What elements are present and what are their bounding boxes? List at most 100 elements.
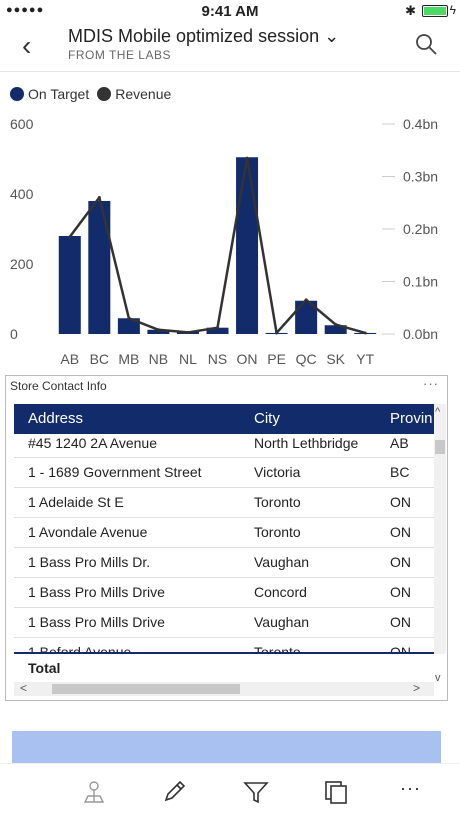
revenue-point-nb bbox=[156, 328, 160, 332]
cell-province: ON bbox=[390, 554, 411, 570]
pen-icon[interactable] bbox=[160, 778, 188, 806]
pin-icon[interactable] bbox=[80, 778, 108, 806]
cell-province: ON bbox=[390, 584, 411, 600]
bottom-toolbar: ··· bbox=[0, 763, 460, 817]
x-tick-label: BC bbox=[90, 351, 109, 367]
y-right-tick-label: 0.0bn bbox=[403, 326, 438, 342]
column-header-province[interactable]: Provin bbox=[390, 410, 433, 427]
table-row[interactable]: 1 Avondale Avenue Toronto ON bbox=[14, 518, 434, 548]
visual-more-button[interactable]: ··· bbox=[423, 376, 439, 391]
scroll-left-icon[interactable]: < bbox=[20, 681, 27, 695]
store-contact-visual[interactable]: Store Contact Info ··· Address City Prov… bbox=[5, 375, 448, 701]
x-tick-label: YT bbox=[356, 351, 374, 367]
table-row[interactable]: 1 - 1689 Government Street Victoria BC bbox=[14, 458, 434, 488]
table-row[interactable]: #45 1240 2A Avenue North Lethbridge AB bbox=[14, 434, 434, 458]
scroll-right-icon[interactable]: > bbox=[413, 681, 420, 695]
charging-icon: ϟ bbox=[449, 3, 456, 17]
x-tick-label: NS bbox=[208, 351, 227, 367]
table-row[interactable]: 1 Bass Pro Mills Drive Concord ON bbox=[14, 578, 434, 608]
table-header: Address City Provin bbox=[14, 404, 434, 434]
cell-city: Vaughan bbox=[254, 614, 310, 630]
column-header-address[interactable]: Address bbox=[28, 410, 83, 427]
bar-on bbox=[236, 157, 259, 334]
scroll-up-icon[interactable]: ^ bbox=[435, 406, 440, 418]
cell-address: 1 Adelaide St E bbox=[28, 494, 124, 510]
cell-address: 1 - 1689 Government Street bbox=[28, 464, 202, 480]
revenue-point-qc bbox=[304, 298, 308, 302]
filter-icon[interactable] bbox=[242, 778, 270, 806]
legend-dot-revenue bbox=[97, 87, 112, 101]
chart-legend: On Target Revenue bbox=[10, 86, 171, 102]
back-button[interactable]: ‹ bbox=[22, 30, 31, 62]
search-icon[interactable] bbox=[414, 32, 438, 56]
revenue-point-ns bbox=[216, 326, 219, 330]
combo-chart[interactable]: 0 200 400 600 0.0bn 0.1bn 0.2bn 0.3bn 0.4bn AB BC M… bbox=[0, 110, 460, 375]
cell-province: ON bbox=[390, 494, 411, 510]
cell-city: Toronto bbox=[254, 524, 301, 540]
table-row[interactable]: 1 Adelaide St E Toronto ON bbox=[14, 488, 434, 518]
vertical-scroll-thumb[interactable] bbox=[435, 440, 445, 454]
scroll-down-icon[interactable]: v bbox=[435, 672, 441, 684]
table-row[interactable]: 1 Bass Pro Mills Drive Vaughan ON bbox=[14, 608, 434, 638]
legend-item-on-target[interactable]: On Target bbox=[10, 86, 89, 102]
report-title[interactable]: MDIS Mobile optimized session ⌄ bbox=[68, 26, 339, 47]
cell-province: ON bbox=[390, 644, 411, 654]
legend-dot-on-target bbox=[10, 87, 24, 101]
x-tick-label: SK bbox=[326, 351, 345, 367]
report-subtitle: FROM THE LABS bbox=[68, 48, 171, 62]
cell-city: Victoria bbox=[254, 464, 301, 480]
y-left-tick-label: 0 bbox=[10, 326, 18, 342]
cell-province: ON bbox=[390, 614, 411, 630]
cell-address: #45 1240 2A Avenue bbox=[28, 435, 157, 451]
revenue-point-bc bbox=[97, 196, 101, 199]
cell-address: 1 Bass Pro Mills Drive bbox=[28, 614, 165, 630]
column-header-city[interactable]: City bbox=[254, 410, 280, 427]
x-tick-label: QC bbox=[296, 351, 317, 367]
battery-icon bbox=[422, 5, 448, 17]
table-row[interactable]: 1 Bass Pro Mills Dr. Vaughan ON bbox=[14, 548, 434, 578]
bar-ab bbox=[58, 236, 81, 334]
revenue-point-nl bbox=[186, 330, 190, 334]
blue-visual-block[interactable] bbox=[12, 731, 441, 763]
y-left-tick-label: 200 bbox=[10, 256, 34, 272]
cell-province: BC bbox=[390, 464, 410, 480]
status-time: 9:41 AM bbox=[201, 3, 259, 20]
visual-title: Store Contact Info bbox=[10, 379, 107, 393]
x-tick-label: MB bbox=[118, 351, 139, 367]
contact-table[interactable]: Address City Provin #45 1240 2A Avenue N… bbox=[14, 404, 434, 682]
revenue-point-ab bbox=[68, 235, 72, 239]
cell-province: AB bbox=[390, 435, 409, 451]
cell-city: North Lethbridge bbox=[254, 435, 359, 451]
legend-label: Revenue bbox=[115, 86, 172, 102]
x-tick-label: PE bbox=[267, 351, 286, 367]
table-total-row: Total bbox=[14, 654, 434, 682]
y-left-tick-label: 400 bbox=[10, 186, 34, 202]
revenue-point-yt bbox=[363, 331, 367, 335]
revenue-point-sk bbox=[334, 323, 338, 327]
legend-item-revenue[interactable]: Revenue bbox=[97, 86, 171, 102]
cell-address: 1 Bass Pro Mills Dr. bbox=[28, 554, 151, 570]
vertical-scrollbar[interactable]: ^ v bbox=[434, 404, 446, 684]
y-right-tick-label: 0.3bn bbox=[403, 169, 438, 185]
y-right-tick-label: 0.2bn bbox=[403, 221, 438, 237]
revenue-point-pe bbox=[275, 331, 279, 335]
cell-city: Toronto bbox=[254, 644, 301, 654]
legend-label: On Target bbox=[28, 86, 90, 102]
y-right-tick-label: 0.1bn bbox=[403, 274, 438, 290]
revenue-line bbox=[68, 156, 366, 335]
cell-city: Concord bbox=[254, 584, 307, 600]
bluetooth-icon: ✱ bbox=[405, 3, 416, 18]
cell-address: 1 Bass Pro Mills Drive bbox=[28, 584, 165, 600]
copy-icon[interactable] bbox=[322, 778, 350, 806]
x-tick-label: AB bbox=[60, 351, 79, 367]
report-header: ‹ MDIS Mobile optimized session ⌄ FROM T… bbox=[0, 22, 460, 72]
y-right-tick-label: 0.4bn bbox=[403, 116, 438, 132]
revenue-point-on bbox=[245, 156, 249, 160]
horizontal-scroll-thumb[interactable] bbox=[52, 684, 240, 694]
x-tick-label: NB bbox=[149, 351, 168, 367]
table-row[interactable]: 1 Beford Avenue Toronto ON bbox=[14, 638, 434, 654]
horizontal-scrollbar[interactable]: < > bbox=[14, 681, 434, 696]
total-label: Total bbox=[28, 660, 61, 676]
more-icon[interactable]: ··· bbox=[400, 778, 428, 806]
revenue-point-mb bbox=[127, 316, 131, 320]
